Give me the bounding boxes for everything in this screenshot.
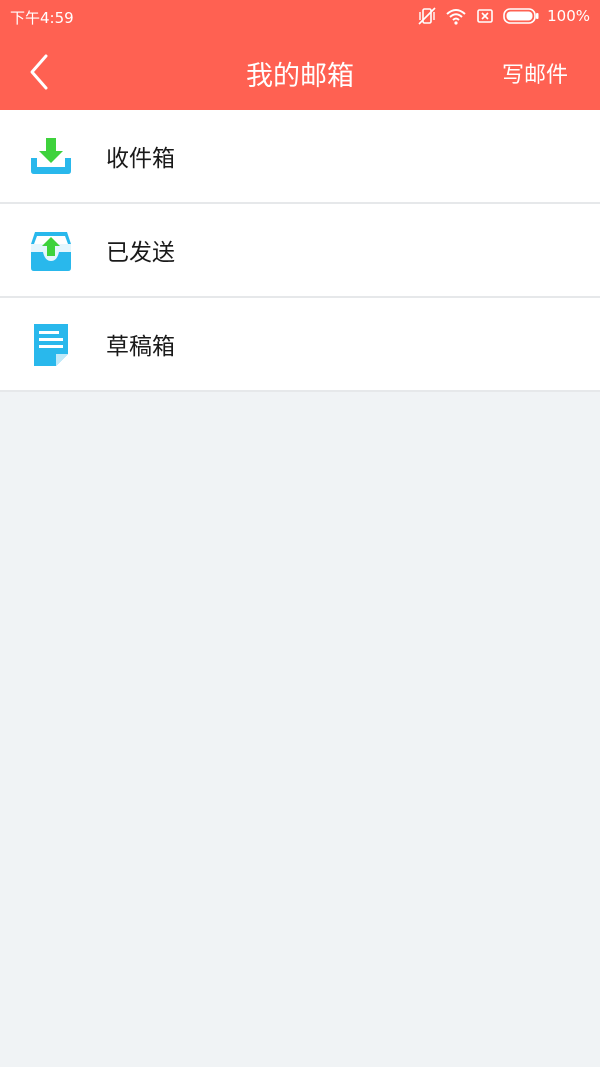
back-button[interactable]	[18, 50, 62, 94]
battery-icon	[503, 8, 539, 24]
menu-item-sent[interactable]: 已发送	[0, 204, 600, 298]
battery-percent: 100%	[547, 7, 590, 25]
status-icons: 100%	[409, 4, 590, 28]
status-bar: 下午4:59 100%	[0, 0, 600, 32]
vibrate-off-icon	[418, 7, 436, 25]
wifi-icon	[446, 9, 466, 25]
menu-item-inbox[interactable]: 收件箱	[0, 110, 600, 204]
inbox-download-icon	[31, 138, 71, 174]
draft-document-icon	[34, 324, 68, 366]
menu-item-drafts[interactable]: 草稿箱	[0, 298, 600, 392]
compose-mail-button[interactable]: 写邮件	[502, 57, 568, 89]
status-time: 下午4:59	[10, 9, 74, 27]
menu-item-label: 草稿箱	[106, 334, 175, 360]
menu-item-label: 已发送	[106, 240, 175, 266]
menu-item-label: 收件箱	[106, 146, 175, 172]
mailbox-menu: 收件箱 已发送 草稿箱	[0, 110, 600, 392]
no-sim-icon	[477, 9, 493, 23]
app-header: 下午4:59 100% 我的邮箱 写邮件	[0, 0, 600, 110]
nav-bar: 我的邮箱 写邮件	[0, 32, 600, 110]
sent-upload-icon	[31, 232, 71, 271]
chevron-left-icon	[30, 54, 48, 90]
